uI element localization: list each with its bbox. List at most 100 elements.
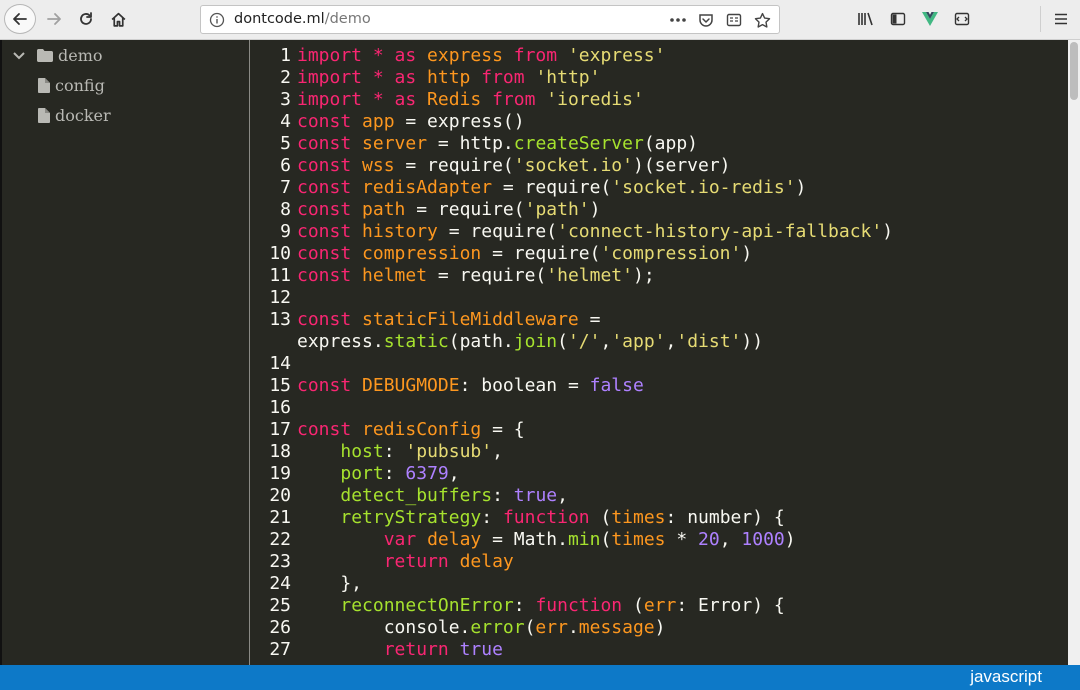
code-text: const server = http.createServer(app) [291, 133, 698, 155]
info-icon[interactable] [209, 12, 225, 32]
back-button[interactable] [4, 4, 36, 34]
more-icon[interactable] [667, 10, 689, 30]
code-token: = require( [481, 243, 601, 264]
code-token: 'express' [567, 45, 666, 66]
tree-file-docker[interactable]: docker [38, 106, 111, 125]
code-text: express.static(path.join('/','app','dist… [291, 331, 763, 353]
library-icon[interactable] [850, 9, 882, 29]
code-token: from [502, 45, 568, 66]
code-token: function [535, 595, 623, 616]
code-token: (app) [643, 133, 698, 154]
code-token: 'socket.io-redis' [611, 177, 796, 198]
line-number: 16 [269, 397, 291, 418]
home-button[interactable] [104, 4, 132, 34]
tree-file-label: docker [55, 106, 111, 125]
language-mode[interactable]: javascript [970, 667, 1042, 687]
line-number: 5 [280, 133, 291, 154]
code-token: : [481, 507, 503, 528]
url-bar[interactable]: dontcode.ml/demo [200, 5, 780, 34]
code-token: delay [459, 551, 514, 572]
code-token: message [578, 617, 655, 638]
url-text[interactable]: dontcode.ml/demo [234, 11, 371, 27]
code-text: host: 'pubsub', [291, 441, 503, 463]
code-line: 7 const redisAdapter = require('socket.io… [251, 177, 893, 199]
code-token: false [589, 375, 644, 396]
extension-icon[interactable] [946, 9, 978, 29]
code-token: 1000 [741, 529, 785, 550]
code-line: 9 const history = require('connect-histor… [251, 221, 893, 243]
back-arrow-icon [13, 13, 27, 25]
hamburger-menu-icon [1055, 13, 1067, 25]
reader-view-icon[interactable] [723, 10, 745, 30]
code-token: = Math. [481, 529, 568, 550]
code-token: 'dist' [676, 331, 742, 352]
line-number: 21 [269, 507, 291, 528]
code-token: 20 [698, 529, 720, 550]
code-line: 13 const staticFileMiddleware = [251, 309, 893, 331]
sidebar-toggle-icon[interactable] [882, 9, 914, 29]
code-token: ( [622, 595, 644, 616]
code-line: 2 import * as http from 'http' [251, 67, 893, 89]
vue-devtools-icon[interactable] [914, 9, 946, 29]
bookmark-star-icon[interactable] [751, 10, 773, 30]
folder-icon [37, 49, 53, 62]
line-number: 3 [280, 89, 291, 110]
browser-toolbar: dontcode.ml/demo [0, 0, 1080, 40]
line-number [251, 331, 291, 353]
code-token: true [513, 485, 558, 506]
code-token: = [578, 309, 601, 330]
code-token: staticFileMiddleware [362, 309, 579, 330]
code-line: 3 import * as Redis from 'ioredis' [251, 89, 893, 111]
pocket-icon[interactable] [695, 10, 717, 30]
line-number: 27 [269, 639, 291, 660]
tree-file-config[interactable]: config [38, 76, 105, 95]
editor-scrollbar[interactable] [1068, 40, 1080, 665]
code-token: 6379 [405, 463, 449, 484]
menu-button[interactable] [1048, 9, 1074, 29]
code-token: * [665, 529, 699, 550]
code-token: 'pubsub' [405, 441, 493, 462]
code-text: detect_buffers: true, [291, 485, 568, 507]
code-token: helmet [362, 265, 428, 286]
code-token: port [340, 463, 384, 484]
chevron-down-icon[interactable] [12, 51, 26, 61]
line-number: 18 [269, 441, 291, 462]
reload-button[interactable] [72, 4, 100, 34]
code-token: ) [795, 177, 807, 198]
code-token: . [567, 617, 579, 638]
tree-folder-demo[interactable]: demo [12, 46, 103, 65]
code-editor[interactable]: 1 import * as express from 'express' 2 impo… [251, 40, 1068, 665]
code-text: return true [291, 639, 503, 661]
forward-button[interactable] [40, 4, 68, 34]
code-token: console. [297, 617, 471, 638]
code-token: : [383, 463, 406, 484]
code-text: import * as express from 'express' [291, 45, 665, 67]
code-token: = { [481, 419, 525, 440]
code-token: reconnectOnError [340, 595, 514, 616]
code-token: , [600, 331, 612, 352]
code-line: 5 const server = http.createServer(app) [251, 133, 893, 155]
line-number: 24 [269, 573, 291, 594]
code-text: const redisAdapter = require('socket.io-… [291, 177, 806, 199]
code-line: 18 host: 'pubsub', [251, 441, 893, 463]
code-token: return [383, 551, 460, 572]
code-line: 14 [251, 353, 893, 375]
code-token: const [297, 133, 363, 154]
code-token: , [448, 463, 460, 484]
code-token: min [567, 529, 601, 550]
code-token: server [362, 133, 428, 154]
code-token: const [297, 155, 363, 176]
file-icon [38, 108, 50, 123]
code-token: true [459, 639, 503, 660]
code-token: = require( [394, 155, 514, 176]
file-tree-sidebar: demo config docker [0, 40, 250, 665]
code-token: 'path' [524, 199, 590, 220]
code-line: 25 reconnectOnError: function (err: Erro… [251, 595, 893, 617]
code-token: const [297, 199, 363, 220]
code-token: error [470, 617, 525, 638]
scrollbar-thumb[interactable] [1070, 42, 1078, 100]
code-token: static [383, 331, 449, 352]
line-number: 26 [269, 617, 291, 638]
